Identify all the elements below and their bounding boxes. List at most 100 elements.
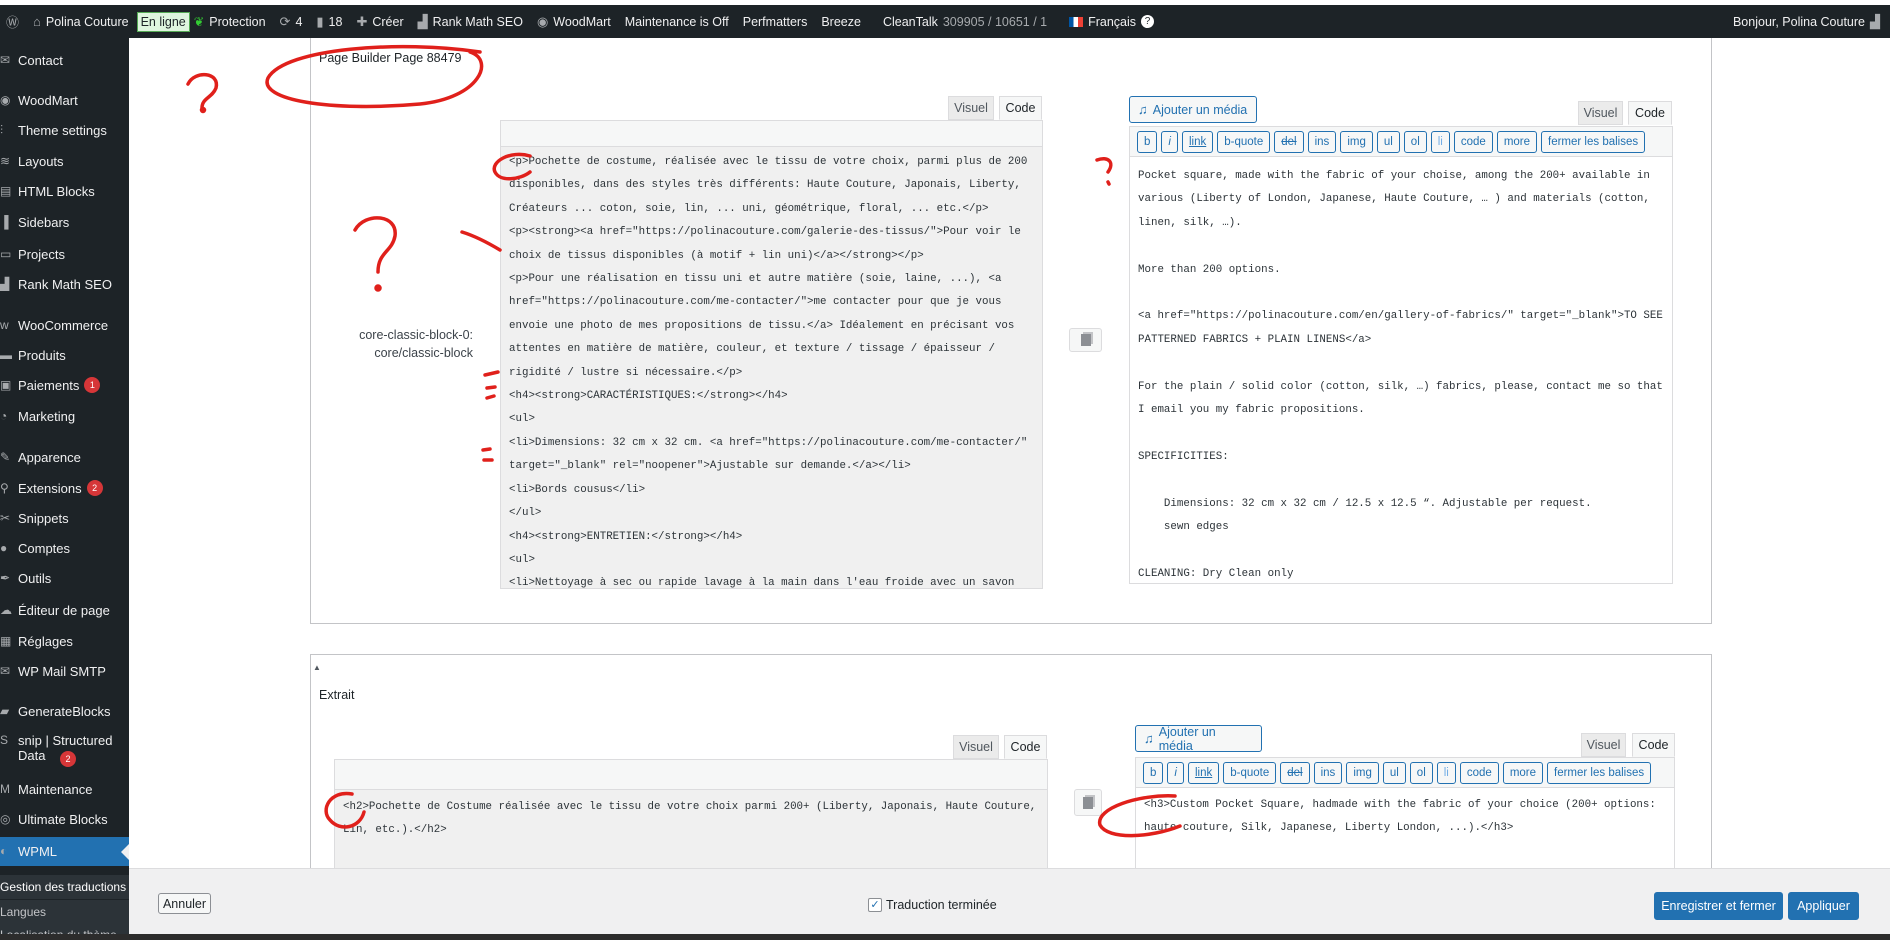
sidebar-item-contact[interactable]: ✉ Contact (0, 52, 129, 68)
comments-link[interactable]: ▮ 18 (316, 14, 342, 30)
tab-visual-excerpt[interactable]: Visuel (953, 735, 999, 759)
sidebar-item-extensions[interactable]: ⚲ Extensions 2 (0, 480, 129, 496)
quicktag-ul-button[interactable]: ul (1382, 761, 1406, 784)
quicktag-li-button[interactable]: li (1430, 130, 1450, 153)
submenu-item[interactable]: Gestion des traductions (0, 875, 129, 899)
woodmart-link[interactable]: ◉ WoodMart (537, 14, 611, 30)
sidebar-item-marketing[interactable]: ◔ Marketing (0, 408, 129, 424)
quicktag-ol-button[interactable]: ol (1403, 130, 1427, 153)
tab-code-excerpt-translation[interactable]: Code (1632, 733, 1675, 757)
updates-link[interactable]: ⟳ 4 (280, 14, 303, 30)
perfmatters-link[interactable]: Perfmatters (743, 15, 808, 29)
sidebar-item-ultimate-blocks[interactable]: ◎ Ultimate Blocks (0, 811, 129, 827)
tab-code-excerpt[interactable]: Code (1004, 735, 1047, 759)
sidebar-item-woodmart[interactable]: ◉ WoodMart (0, 92, 129, 108)
sidebar-item-label: HTML Blocks (18, 183, 95, 199)
quicktag-b-quote-button[interactable]: b-quote (1223, 761, 1277, 784)
tab-code[interactable]: Code (999, 96, 1042, 120)
home-icon: ⌂ (33, 14, 41, 29)
site-name-link[interactable]: ⌂ Polina Couture (33, 14, 129, 29)
quicktag-ol-button[interactable]: ol (1409, 761, 1433, 784)
sidebar-item-layouts[interactable]: ≋ Layouts (0, 153, 129, 169)
language-switcher[interactable]: Français? (1069, 15, 1155, 29)
sidebar-item-paiements[interactable]: ▣ Paiements 1 (0, 377, 129, 393)
cancel-button[interactable]: Annuler (158, 893, 211, 914)
quicktag-img-button[interactable]: img (1346, 761, 1379, 784)
quicktag-link-button[interactable]: link (1181, 130, 1214, 153)
tab-visual-translation[interactable]: Visuel (1578, 101, 1623, 125)
quicktag-code-button[interactable]: code (1459, 761, 1499, 784)
submenu-item[interactable]: Localisation du thème (0, 923, 129, 934)
quicktag-b-quote-button[interactable]: b-quote (1217, 130, 1271, 153)
quicktag-fermer-les-balises-button[interactable]: fermer les balises (1541, 130, 1646, 153)
sidebar-item-html-blocks[interactable]: ▤ HTML Blocks (0, 183, 129, 199)
sidebar-item-sidebars[interactable]: ▐ Sidebars (0, 214, 129, 230)
breeze-link[interactable]: Breeze (821, 15, 861, 29)
translation-complete-checkbox[interactable]: ✓ Traduction terminée (868, 898, 997, 912)
sidebar-item--diteur-de-page[interactable]: ☁ Éditeur de page (0, 602, 129, 618)
quicktag-fermer-les-balises-button[interactable]: fermer les balises (1547, 761, 1652, 784)
cleantalk-link[interactable]: CleanTalk 309905 / 10651 / 1 (883, 15, 1047, 29)
quicktag-li-button[interactable]: li (1436, 761, 1456, 784)
sidebar-item-r-glages[interactable]: ▦ Réglages (0, 633, 129, 649)
copy-excerpt-button[interactable] (1074, 789, 1102, 816)
sidebar-item-generateblocks[interactable]: ▰ GenerateBlocks (0, 703, 129, 719)
excerpt-translation-textarea[interactable]: <h3>Custom Pocket Square, hadmade with t… (1136, 788, 1674, 880)
excerpt-source-textarea[interactable]: <h2>Pochette de Costume réalisée avec le… (335, 790, 1047, 880)
quicktag-img-button[interactable]: img (1340, 130, 1373, 153)
sidebar-item-produits[interactable]: ▬ Produits (0, 347, 129, 363)
tab-code-translation[interactable]: Code (1628, 101, 1672, 125)
account-menu[interactable]: Bonjour, Polina Couture ▟ (1733, 14, 1880, 30)
quicktag-del-button[interactable]: del (1280, 761, 1310, 784)
sidebar-item-label: Snippets (18, 510, 69, 526)
quicktag-ins-button[interactable]: ins (1307, 130, 1337, 153)
admin-bar: Ⓦ ⌂ Polina Couture En ligne ❦ Protection ⟳… (0, 5, 1890, 38)
source-toolbar (501, 121, 1042, 147)
sidebar-item-comptes[interactable]: ● Comptes (0, 540, 129, 556)
media-icon: ♫ (1138, 102, 1148, 117)
copy-source-button[interactable] (1069, 328, 1102, 352)
quicktag-i-button[interactable]: i (1167, 761, 1184, 784)
sidebar-item-wpml[interactable]: ◐ WPML (0, 837, 129, 866)
translation-textarea[interactable]: Pocket square, made with the fabric of y… (1130, 157, 1672, 583)
sidebar-item-rank-math-seo[interactable]: ▟ Rank Math SEO (0, 276, 129, 292)
sidebar-item-maintenance[interactable]: M Maintenance (0, 781, 129, 797)
sidebar-item-snip-structured-data[interactable]: Ssnip | Structured Data 2 (0, 733, 129, 767)
sidebar-item-snippets[interactable]: ✂ Snippets (0, 510, 129, 526)
sidebar-item-label: Outils (18, 570, 52, 586)
quicktag-link-button[interactable]: link (1187, 761, 1220, 784)
add-media-button[interactable]: ♫ Ajouter un média (1129, 96, 1257, 123)
wordpress-logo-icon[interactable]: Ⓦ (6, 12, 19, 31)
quicktag-more-button[interactable]: more (1502, 761, 1544, 784)
apply-button[interactable]: Appliquer (1788, 892, 1859, 920)
quicktag-ul-button[interactable]: ul (1376, 130, 1400, 153)
tab-visual-excerpt-translation[interactable]: Visuel (1581, 733, 1626, 757)
add-media-button-excerpt[interactable]: ♫ Ajouter un média (1135, 725, 1262, 753)
quicktag-ins-button[interactable]: ins (1313, 761, 1343, 784)
create-link[interactable]: ✚ Créer (356, 14, 403, 30)
megaphone-icon: ◔ (0, 408, 8, 423)
collapse-triangle-icon[interactable]: ▲ (313, 663, 321, 672)
sidebar-item-woocommerce[interactable]: w WooCommerce (0, 317, 129, 333)
quicktag-del-button[interactable]: del (1274, 130, 1304, 153)
sidebar-item-theme-settings[interactable]: ⫶ Theme settings (0, 122, 129, 138)
maintenance-link[interactable]: Maintenance is Off (625, 15, 729, 29)
quicktag-b-button[interactable]: b (1137, 130, 1158, 153)
sidebar-item-outils[interactable]: ✒ Outils (0, 570, 129, 586)
rank-math-link[interactable]: ▟ Rank Math SEO (418, 14, 523, 30)
quicktag-more-button[interactable]: more (1496, 130, 1538, 153)
quicktag-i-button[interactable]: i (1161, 130, 1178, 153)
tab-visual[interactable]: Visuel (948, 96, 994, 120)
source-textarea[interactable]: <p>Pochette de costume, réalisée avec le… (501, 147, 1042, 588)
sidebar-item-projects[interactable]: ▭ Projects (0, 246, 129, 262)
help-icon: ? (1141, 15, 1155, 28)
sidebar-item-wp-mail-smtp[interactable]: ✉ WP Mail SMTP (0, 663, 129, 679)
checkbox-checked-icon[interactable]: ✓ (868, 898, 882, 912)
sidebar-item-apparence[interactable]: ✎ Apparence (0, 449, 129, 465)
quicktag-code-button[interactable]: code (1453, 130, 1493, 153)
save-and-close-button[interactable]: Enregistrer et fermer (1654, 892, 1783, 920)
quicktag-b-button[interactable]: b (1143, 761, 1164, 784)
protection-link[interactable]: ❦ Protection (194, 14, 266, 30)
submenu-item[interactable]: Langues (0, 900, 129, 924)
chart-icon: ▟ (0, 276, 10, 291)
